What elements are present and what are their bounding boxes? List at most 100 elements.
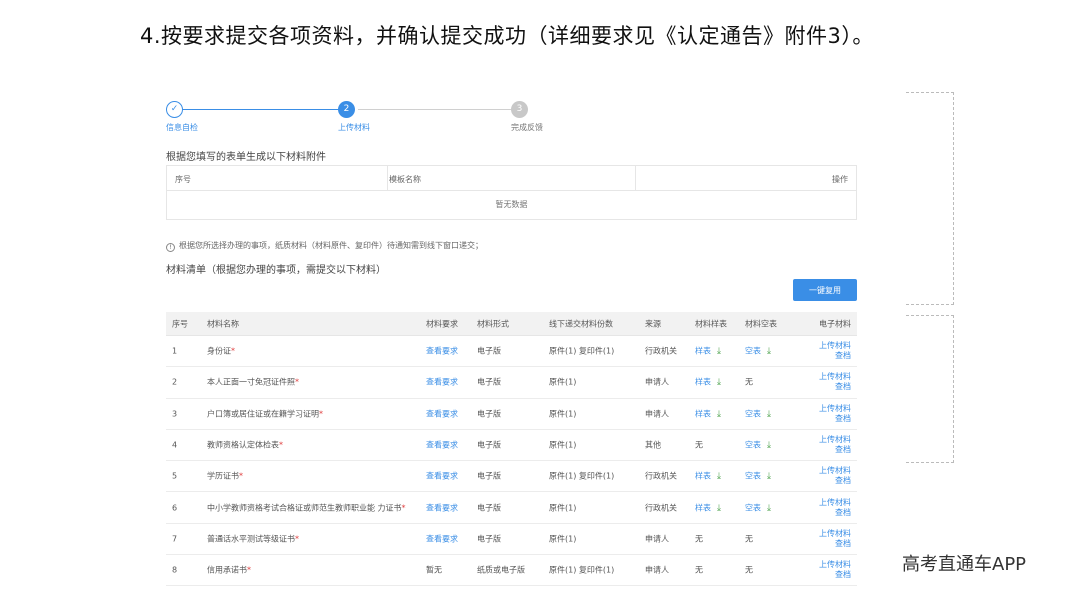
blank-form-cell: 无: [745, 377, 753, 388]
sample-cell: 无: [695, 533, 703, 544]
row-no: 6: [172, 503, 178, 513]
step-1-label[interactable]: 信息自检: [166, 122, 198, 133]
upload-material-link[interactable]: 上传材料: [819, 529, 851, 538]
material-source: 申请人: [645, 534, 669, 544]
material-name-text: 户口簿或居住证或在籍学习证明: [207, 409, 319, 419]
view-requirement-link[interactable]: 查看要求: [426, 408, 458, 419]
upload-material-link[interactable]: 上传材料: [819, 404, 851, 413]
materials-table: 序号 材料名称 材料要求 材料形式 线下递交材料份数 来源 材料样表 材料空表 …: [166, 312, 857, 587]
step-2-label[interactable]: 上传材料: [338, 122, 370, 133]
electronic-cell: 上传材料 查档: [819, 404, 851, 424]
download-icon[interactable]: ⤓: [717, 347, 721, 357]
download-icon[interactable]: ⤓: [767, 503, 771, 513]
step-connector-1: [174, 109, 346, 110]
blank-form-link[interactable]: 空表: [745, 409, 761, 418]
download-icon[interactable]: ⤓: [767, 472, 771, 482]
material-form: 纸质或电子版: [477, 565, 525, 575]
sample-cell: 样表 ⤓: [695, 346, 721, 357]
view-file-link[interactable]: 查档: [835, 414, 851, 423]
material-name: 信用承诺书*: [207, 565, 251, 576]
view-requirement-link[interactable]: 查看要求: [426, 346, 458, 357]
blank-form-link[interactable]: 空表: [745, 472, 761, 481]
material-source: 申请人: [645, 565, 669, 575]
upload-material-link[interactable]: 上传材料: [819, 435, 851, 444]
header-source: 来源: [645, 319, 661, 328]
table-row: 2 本人正面一寸免冠证件照* 查看要求 电子版 原件(1) 申请人 样表 ⤓ 无 上传材料 查档: [166, 367, 857, 399]
sample-link[interactable]: 样表: [695, 409, 711, 418]
material-source: 行政机关: [645, 346, 677, 356]
upload-material-link[interactable]: 上传材料: [819, 560, 851, 569]
view-requirement-link[interactable]: 查看要求: [426, 533, 458, 544]
download-icon[interactable]: ⤓: [767, 347, 771, 357]
materials-list-title: 材料清单（根据您办理的事项，需提交以下材料）: [166, 265, 386, 276]
offline-copies: 原件(1): [549, 377, 577, 387]
table-row: 5 学历证书* 查看要求 电子版 原件(1) 复印件(1) 行政机关 样表 ⤓ 空表 ⤓ 上传材料查…: [166, 461, 857, 493]
material-source: 申请人: [645, 377, 669, 387]
download-icon[interactable]: ⤓: [717, 378, 721, 388]
header-no: 序号: [172, 319, 188, 328]
material-name-text: 学历证书: [207, 471, 239, 481]
required-mark: *: [239, 471, 243, 481]
view-requirement-link[interactable]: 查看要求: [426, 471, 458, 482]
step-2-dot: 2: [338, 101, 355, 118]
sample-link: 无: [695, 534, 703, 544]
header-form: 材料形式: [477, 319, 509, 328]
table-row: 6 中小学教师资格考试合格证或师范生教师职业能 力证书* 查看要求 电子版 原件(1) 行…: [166, 492, 857, 524]
upload-material-link[interactable]: 上传材料: [819, 341, 851, 350]
header-requirement: 材料要求: [426, 319, 458, 328]
view-file-link[interactable]: 查档: [835, 351, 851, 360]
view-requirement-link[interactable]: 查看要求: [426, 377, 458, 388]
required-mark: *: [295, 377, 299, 387]
download-icon[interactable]: ⤓: [717, 503, 721, 513]
download-icon[interactable]: ⤓: [767, 441, 771, 451]
material-name-text: 本人正面一寸免冠证件照: [207, 377, 295, 387]
step-3-label: 完成反馈: [511, 123, 543, 132]
attachments-table: 序号 模板名称 操作 暂无数据: [166, 165, 857, 220]
view-requirement-link[interactable]: 查看要求: [426, 440, 458, 451]
one-click-reuse-button[interactable]: 一键复用: [793, 279, 857, 301]
upload-material-link[interactable]: 上传材料: [819, 372, 851, 381]
header-electronic: 电子材料: [819, 319, 851, 328]
header-material-name: 材料名称: [207, 319, 239, 328]
blank-form-link[interactable]: 空表: [745, 503, 761, 512]
view-file-link[interactable]: 查档: [835, 476, 851, 485]
row-no: 3: [172, 409, 178, 419]
material-form: 电子版: [477, 471, 501, 481]
table-row: 4 教师资格认定体检表* 查看要求 电子版 原件(1) 其他 无 空表 ⤓ 上传材料 查档: [166, 430, 857, 462]
view-file-link[interactable]: 查档: [835, 539, 851, 548]
download-icon[interactable]: ⤓: [717, 472, 721, 482]
watermark: 高考直通车APP: [902, 554, 1027, 575]
sample-link[interactable]: 样表: [695, 347, 711, 356]
row-no: 2: [172, 377, 178, 387]
view-requirement-link[interactable]: 查看要求: [426, 502, 458, 513]
row-no: 8: [172, 565, 178, 575]
sample-cell: 无: [695, 565, 703, 576]
electronic-cell: 上传材料 查档: [819, 341, 851, 361]
col-template-name: 模板名称: [389, 175, 421, 184]
view-file-link[interactable]: 查档: [835, 445, 851, 454]
view-file-link[interactable]: 查档: [835, 382, 851, 391]
blank-form-link[interactable]: 空表: [745, 441, 761, 450]
view-file-link[interactable]: 查档: [835, 570, 851, 579]
offline-copies: 原件(1): [549, 534, 577, 544]
blank-form-link: 无: [745, 377, 753, 387]
material-source: 行政机关: [645, 471, 677, 481]
material-name-text: 信用承诺书: [207, 565, 247, 575]
download-icon[interactable]: ⤓: [767, 409, 771, 419]
sample-link[interactable]: 样表: [695, 472, 711, 481]
offline-copies: 原件(1) 复印件(1): [549, 471, 615, 481]
download-icon[interactable]: ⤓: [717, 409, 721, 419]
upload-material-link[interactable]: 上传材料: [819, 498, 851, 507]
sample-link[interactable]: 样表: [695, 503, 711, 512]
upload-material-link[interactable]: 上传材料: [819, 466, 851, 475]
electronic-cell: 上传材料 查档: [819, 466, 851, 486]
blank-form-link[interactable]: 空表: [745, 347, 761, 356]
sample-cell: 样表 ⤓: [695, 377, 721, 388]
blank-form-cell: 空表 ⤓: [745, 471, 771, 482]
blank-form-link: 无: [745, 534, 753, 544]
electronic-cell: 上传材料 查档: [819, 529, 851, 549]
sample-link[interactable]: 样表: [695, 378, 711, 387]
blank-form-link: 无: [745, 565, 753, 575]
view-file-link[interactable]: 查档: [835, 508, 851, 517]
material-name: 教师资格认定体检表*: [207, 440, 283, 451]
